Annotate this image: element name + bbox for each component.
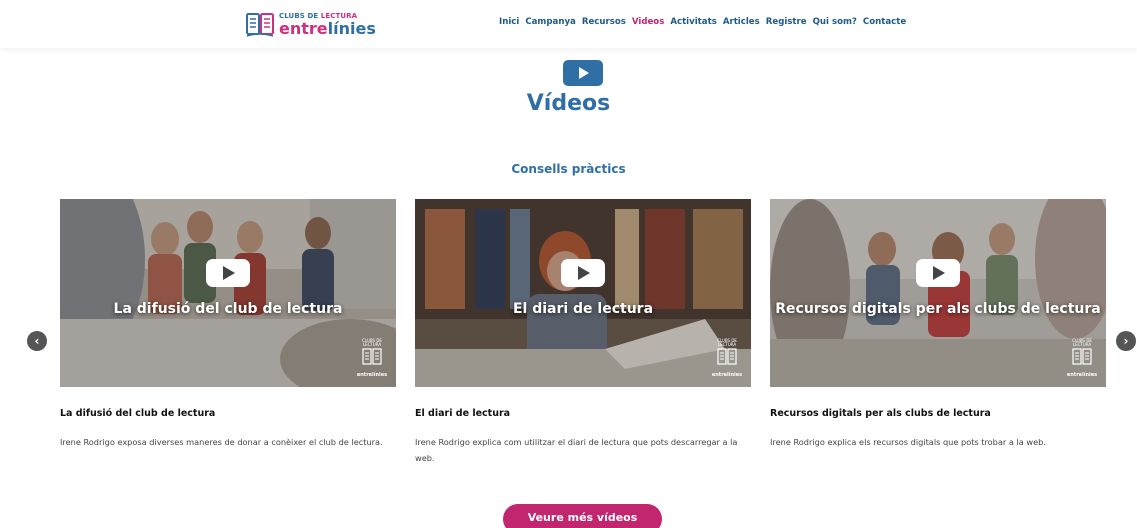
book-icon — [717, 348, 737, 365]
thumbnail-overlay — [770, 199, 1106, 387]
thumbnail-caption: El diari de lectura — [512, 301, 654, 317]
site-logo[interactable]: CLUBS DE LECTURA entrelínies — [245, 9, 376, 41]
nav-item-activitats[interactable]: Activitats — [670, 17, 716, 27]
thumbnail-caption: Recursos digitals per als clubs de lectu… — [775, 301, 1101, 317]
watermark-logo: CLUBS DE LECTURA entrelínies — [356, 339, 388, 381]
book-logo-icon — [245, 10, 275, 40]
nav-item-articles[interactable]: Articles — [723, 17, 760, 27]
nav-item-campanya[interactable]: Campanya — [525, 17, 576, 27]
section-title: Consells pràctics — [511, 162, 626, 176]
video-thumbnail[interactable]: El diari de lectura CLUBS DE LECTURA ent… — [415, 199, 751, 387]
play-icon[interactable] — [916, 259, 960, 287]
nav-item-qui-som[interactable]: Qui som? — [813, 17, 857, 27]
nav-item-videos[interactable]: Videos — [632, 17, 664, 27]
nav-item-contacte[interactable]: Contacte — [863, 17, 906, 27]
watermark-subtitle: CLUBS DE LECTURA — [1072, 338, 1092, 347]
video-card: Recursos digitals per als clubs de lectu… — [770, 199, 1106, 447]
chevron-right-icon[interactable]: › — [1116, 331, 1136, 351]
video-card: La difusió del club de lectura CLUBS DE … — [60, 199, 396, 447]
card-title[interactable]: Recursos digitals per als clubs de lectu… — [770, 408, 991, 419]
logo-wordmark: entrelínies — [279, 19, 376, 38]
nav-item-registre[interactable]: Registre — [766, 17, 807, 27]
main-nav: Inici Campanya Recursos Videos Activitat… — [499, 17, 906, 27]
watermark-subtitle: CLUBS DE LECTURA — [717, 338, 737, 347]
watermark-logo: CLUBS DE LECTURA entrelínies — [1066, 339, 1098, 381]
thumbnail-overlay — [60, 199, 396, 387]
more-videos-button[interactable]: Veure més vídeos — [503, 504, 662, 528]
nav-item-recursos[interactable]: Recursos — [582, 17, 626, 27]
video-thumbnail[interactable]: Recursos digitals per als clubs de lectu… — [770, 199, 1106, 387]
chevron-left-icon[interactable]: ‹ — [27, 331, 47, 351]
card-description: Irene Rodrigo explica els recursos digit… — [770, 437, 1046, 447]
watermark-text: entrelínies — [356, 372, 388, 378]
video-thumbnail[interactable]: La difusió del club de lectura CLUBS DE … — [60, 199, 396, 387]
watermark-text: entrelínies — [1066, 372, 1098, 378]
card-description: Irene Rodrigo explica com utilitzar el d… — [415, 437, 738, 463]
card-title[interactable]: La difusió del club de lectura — [60, 408, 215, 419]
video-card: El diari de lectura CLUBS DE LECTURA ent… — [415, 199, 751, 463]
watermark-text: entrelínies — [711, 372, 743, 378]
thumbnail-caption: La difusió del club de lectura — [113, 301, 343, 317]
play-icon[interactable] — [561, 259, 605, 287]
watermark-subtitle: CLUBS DE LECTURA — [362, 338, 382, 347]
page-title: Vídeos — [526, 91, 611, 116]
book-icon — [1072, 348, 1092, 365]
logo-text: CLUBS DE LECTURA entrelínies — [279, 13, 376, 37]
play-icon[interactable] — [206, 259, 250, 287]
site-header: CLUBS DE LECTURA entrelínies Inici Campa… — [0, 0, 1137, 48]
card-description: Irene Rodrigo exposa diverses maneres de… — [60, 437, 383, 447]
nav-item-inici[interactable]: Inici — [499, 17, 519, 27]
card-title[interactable]: El diari de lectura — [415, 408, 510, 419]
book-icon — [362, 348, 382, 365]
watermark-logo: CLUBS DE LECTURA entrelínies — [711, 339, 743, 381]
thumbnail-overlay — [415, 199, 751, 387]
play-icon — [563, 60, 603, 86]
